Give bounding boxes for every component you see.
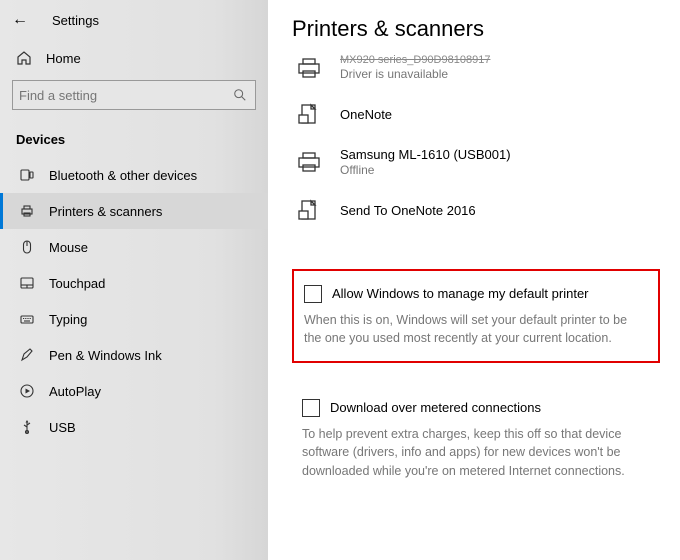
- device-item[interactable]: MX920 series_D90D98108917 Driver is unav…: [292, 54, 668, 95]
- metered-label: Download over metered connections: [330, 399, 541, 415]
- sidebar: ← Settings Home Devices Bluetooth & othe…: [0, 0, 268, 560]
- sidebar-item-label: Pen & Windows Ink: [49, 348, 162, 363]
- metered-checkbox[interactable]: [302, 399, 320, 417]
- default-printer-checkbox[interactable]: [304, 285, 322, 303]
- search-icon: [233, 88, 247, 102]
- sidebar-item-label: Typing: [49, 312, 87, 327]
- document-icon: [296, 103, 322, 125]
- search-box[interactable]: [12, 80, 256, 110]
- sidebar-item-pen[interactable]: Pen & Windows Ink: [0, 337, 268, 373]
- printer-icon: [19, 203, 35, 219]
- device-name: MX920 series_D90D98108917: [340, 54, 490, 66]
- mouse-icon: [19, 239, 35, 255]
- sidebar-item-label: USB: [49, 420, 76, 435]
- device-name: OneNote: [340, 107, 392, 122]
- sidebar-item-bluetooth[interactable]: Bluetooth & other devices: [0, 157, 268, 193]
- metered-option: Download over metered connections To hel…: [292, 399, 668, 479]
- sidebar-item-autoplay[interactable]: AutoPlay: [0, 373, 268, 409]
- usb-icon: [19, 419, 35, 435]
- app-title: Settings: [52, 13, 99, 28]
- titlebar: ← Settings: [0, 8, 268, 42]
- printer-icon: [296, 57, 322, 79]
- sidebar-item-typing[interactable]: Typing: [0, 301, 268, 337]
- sidebar-item-mouse[interactable]: Mouse: [0, 229, 268, 265]
- sidebar-item-printers[interactable]: Printers & scanners: [0, 193, 268, 229]
- sidebar-nav: Bluetooth & other devices Printers & sca…: [0, 157, 268, 445]
- sidebar-item-label: Touchpad: [49, 276, 105, 291]
- autoplay-icon: [19, 383, 35, 399]
- device-item[interactable]: Samsung ML-1610 (USB001) Offline: [292, 139, 668, 191]
- sidebar-item-label: Bluetooth & other devices: [49, 168, 197, 183]
- printer-icon: [296, 151, 322, 173]
- pen-icon: [19, 347, 35, 363]
- default-printer-option: Allow Windows to manage my default print…: [292, 269, 660, 363]
- search-input[interactable]: [19, 88, 233, 103]
- device-name: Samsung ML-1610 (USB001): [340, 147, 511, 162]
- metered-description: To help prevent extra charges, keep this…: [302, 425, 668, 479]
- bluetooth-icon: [19, 167, 35, 183]
- sidebar-section-heading: Devices: [0, 124, 268, 157]
- home-icon: [16, 50, 32, 66]
- device-status: Driver is unavailable: [340, 67, 490, 81]
- keyboard-icon: [19, 311, 35, 327]
- main-content: Printers & scanners MX920 series_D90D981…: [268, 0, 680, 560]
- device-name: Send To OneNote 2016: [340, 203, 476, 218]
- nav-home-label: Home: [46, 51, 81, 66]
- document-icon: [296, 199, 322, 221]
- sidebar-item-touchpad[interactable]: Touchpad: [0, 265, 268, 301]
- touchpad-icon: [19, 275, 35, 291]
- back-arrow-icon[interactable]: ←: [12, 12, 28, 28]
- default-printer-description: When this is on, Windows will set your d…: [304, 311, 644, 347]
- sidebar-item-usb[interactable]: USB: [0, 409, 268, 445]
- device-item[interactable]: Send To OneNote 2016: [292, 191, 668, 235]
- default-printer-label: Allow Windows to manage my default print…: [332, 285, 589, 301]
- search-container: [0, 74, 268, 124]
- sidebar-item-label: Printers & scanners: [49, 204, 162, 219]
- nav-home[interactable]: Home: [0, 42, 268, 74]
- device-status: Offline: [340, 163, 511, 177]
- sidebar-item-label: AutoPlay: [49, 384, 101, 399]
- device-item[interactable]: OneNote: [292, 95, 668, 139]
- sidebar-item-label: Mouse: [49, 240, 88, 255]
- page-title: Printers & scanners: [292, 16, 668, 42]
